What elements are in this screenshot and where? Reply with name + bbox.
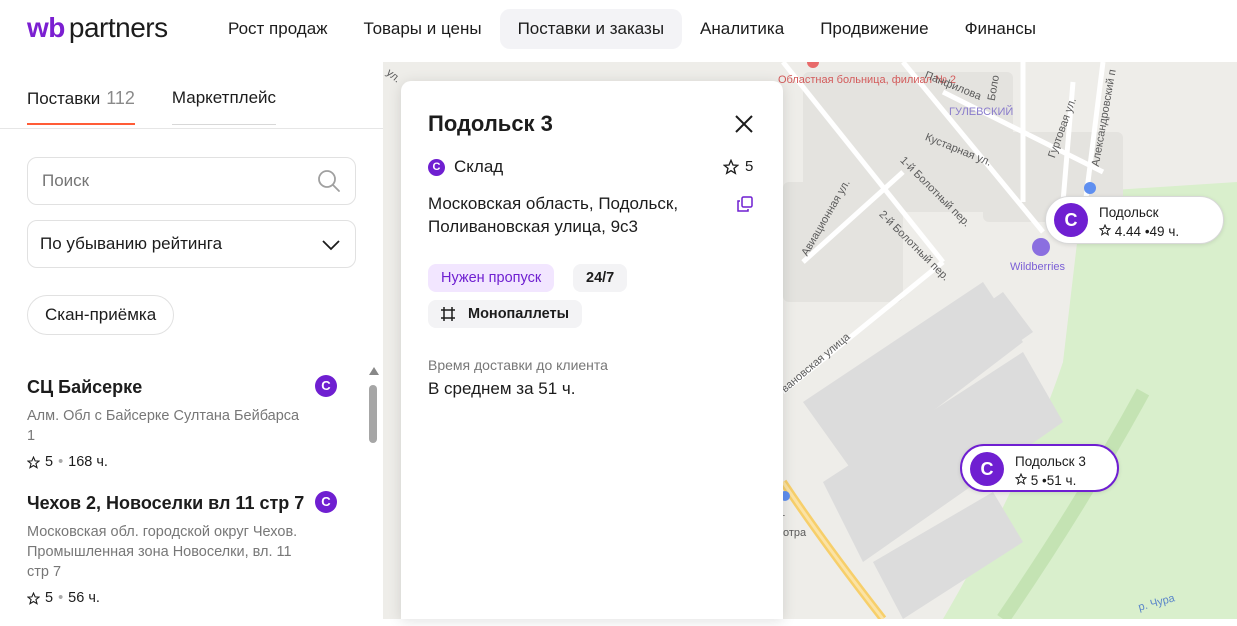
tab-supplies[interactable]: Поставки 112: [27, 88, 135, 125]
warehouse-meta: 5 • 168 ч.: [27, 454, 347, 470]
warehouse-rating: 5: [45, 590, 54, 606]
sidebar-tabs: Поставки 112 Маркетплейс: [27, 88, 277, 125]
logo-prefix: wb: [27, 12, 65, 43]
copy-icon[interactable]: [737, 196, 753, 212]
monopallets-tag: Монопаллеты: [428, 300, 582, 328]
tabs-divider: [0, 128, 383, 129]
wb-partners-logo[interactable]: wb partners: [27, 12, 168, 44]
card-rating: 5: [723, 158, 753, 175]
main-nav: Рост продаж Товары и цены Поставки и зак…: [210, 9, 1054, 49]
warehouse-type-badge: С: [428, 159, 445, 176]
sort-center-badge: С: [315, 491, 337, 513]
marker-logo: С: [970, 452, 1004, 486]
nav-supplies-orders[interactable]: Поставки и заказы: [499, 9, 683, 49]
marker-rating: 5: [1030, 473, 1039, 488]
star-icon: [27, 455, 40, 469]
list-item[interactable]: Чехов 2, Новоселки вл 11 стр 7 С Московс…: [27, 490, 347, 606]
marker-meta: 4.44 •49 ч.: [1098, 223, 1180, 239]
map-marker-podolsk-3-selected[interactable]: С Подольск 3 5 •51 ч.: [960, 444, 1119, 492]
marker-name: Подольск 3: [1015, 454, 1086, 469]
sort-center-badge: С: [315, 375, 337, 397]
warehouse-title: СЦ Байсерке: [27, 377, 143, 397]
scan-acceptance-chip[interactable]: Скан-приёмка: [27, 295, 175, 335]
warehouse-rating: 5: [45, 454, 54, 470]
search-icon[interactable]: [316, 168, 342, 194]
warehouse-time: 168 ч.: [68, 454, 108, 470]
tab-marketplace-label: Маркетплейс: [171, 88, 277, 107]
warehouse-title: Чехов 2, Новоселки вл 11 стр 7: [27, 493, 305, 513]
warehouse-sidebar: Поставки 112 Маркетплейс По убыванию рейт…: [0, 62, 383, 619]
warehouse-detail-card: Подольск 3 С Склад 5 Московская область,…: [401, 81, 783, 619]
tab-supplies-label: Поставки: [27, 89, 101, 108]
chevron-down-icon: [322, 240, 340, 251]
map-marker-podolsk[interactable]: С Подольск 4.44 •49 ч.: [1045, 196, 1224, 244]
star-icon: [27, 591, 40, 605]
nav-growth[interactable]: Рост продаж: [210, 9, 346, 49]
card-address: Московская область, Подольск, Поливановс…: [428, 194, 679, 236]
nav-products-prices[interactable]: Товары и цены: [346, 9, 500, 49]
pallet-icon: [441, 307, 455, 321]
monopallets-label: Монопаллеты: [468, 306, 569, 322]
marker-time: 51 ч.: [1046, 473, 1077, 488]
marker-meta: 5 •51 ч.: [1014, 472, 1077, 488]
list-item[interactable]: СЦ Байсерке С Алм. Обл с Байсерке Султан…: [27, 374, 347, 470]
sort-label: По убыванию рейтинга: [40, 234, 223, 253]
sort-select[interactable]: По убыванию рейтинга: [27, 220, 356, 268]
marker-logo: С: [1054, 203, 1088, 237]
hours-tag: 24/7: [573, 264, 628, 292]
card-title: Подольск 3: [428, 111, 553, 136]
close-icon[interactable]: [731, 111, 757, 137]
star-icon: [1098, 223, 1112, 236]
star-icon: [723, 158, 739, 175]
tab-marketplace[interactable]: Маркетплейс: [171, 88, 277, 125]
delivery-time-label: Время доставки до клиента: [428, 357, 608, 373]
search-input[interactable]: [27, 157, 356, 205]
card-rating-value: 5: [745, 158, 754, 175]
list-scrollbar[interactable]: [368, 367, 379, 607]
logo-text: partners: [68, 12, 168, 43]
warehouse-address: Алм. Обл с Байсерке Султана Бейбарса 1: [27, 408, 300, 444]
top-header: wb partners Рост продаж Товары и цены Пос…: [0, 0, 1237, 62]
nav-analytics[interactable]: Аналитика: [682, 9, 802, 49]
delivery-time-value: В среднем за 51 ч.: [428, 379, 576, 398]
marker-name: Подольск: [1099, 205, 1159, 220]
warehouse-time: 56 ч.: [68, 590, 100, 606]
star-icon: [1014, 472, 1028, 485]
nav-promotion[interactable]: Продвижение: [802, 9, 946, 49]
warehouse-list: СЦ Байсерке С Алм. Обл с Байсерке Султан…: [27, 374, 347, 626]
map-label-wildberries: Wildberries: [1010, 261, 1066, 273]
warehouse-address: Московская обл. городской округ Чехов. П…: [27, 524, 298, 580]
tab-supplies-count: 112: [106, 88, 135, 108]
warehouse-type: Склад: [454, 157, 504, 176]
warehouse-meta: 5 • 56 ч.: [27, 590, 347, 606]
pass-required-tag: Нужен пропуск: [428, 264, 555, 292]
marker-time: 49 ч.: [1149, 224, 1180, 239]
marker-rating: 4.44: [1114, 224, 1142, 239]
separator-dot: •: [58, 454, 64, 470]
map-label-district: ГУЛЕВСКИЙ: [949, 106, 1014, 118]
map-label-street: отра: [783, 527, 807, 539]
scroll-up-arrow-icon[interactable]: [369, 367, 379, 375]
scroll-thumb[interactable]: [369, 385, 377, 443]
nav-finance[interactable]: Финансы: [947, 9, 1054, 49]
separator-dot: •: [58, 590, 64, 606]
